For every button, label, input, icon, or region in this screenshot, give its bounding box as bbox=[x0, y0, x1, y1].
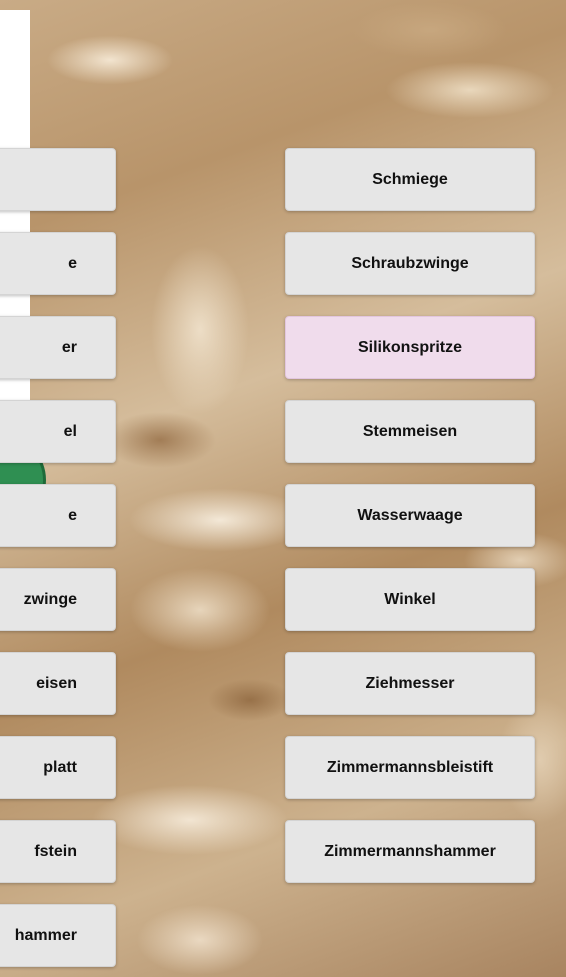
word-button-left-3[interactable]: er bbox=[0, 316, 116, 379]
word-button-left-2[interactable]: e bbox=[0, 232, 116, 295]
wood-shavings-background: e er el e zwinge eisen platt fstein hamm… bbox=[0, 0, 566, 977]
word-button-zimmermannsbleistift[interactable]: Zimmermannsbleistift bbox=[285, 736, 535, 799]
word-button-ziehmesser[interactable]: Ziehmesser bbox=[285, 652, 535, 715]
word-button-zimmermannshammer[interactable]: Zimmermannshammer bbox=[285, 820, 535, 883]
word-button-left-9[interactable]: fstein bbox=[0, 820, 116, 883]
word-button-schmiege[interactable]: Schmiege bbox=[285, 148, 535, 211]
word-button-left-7[interactable]: eisen bbox=[0, 652, 116, 715]
word-button-silikonspritze[interactable]: Silikonspritze bbox=[285, 316, 535, 379]
word-button-left-4[interactable]: el bbox=[0, 400, 116, 463]
word-button-winkel[interactable]: Winkel bbox=[285, 568, 535, 631]
word-button-left-5[interactable]: e bbox=[0, 484, 116, 547]
word-button-left-10[interactable]: hammer bbox=[0, 904, 116, 967]
word-button-schraubzwinge[interactable]: Schraubzwinge bbox=[285, 232, 535, 295]
word-button-left-6[interactable]: zwinge bbox=[0, 568, 116, 631]
word-button-left-8[interactable]: platt bbox=[0, 736, 116, 799]
word-button-wasserwaage[interactable]: Wasserwaage bbox=[285, 484, 535, 547]
word-button-left-1[interactable] bbox=[0, 148, 116, 211]
word-button-stemmeisen[interactable]: Stemmeisen bbox=[285, 400, 535, 463]
